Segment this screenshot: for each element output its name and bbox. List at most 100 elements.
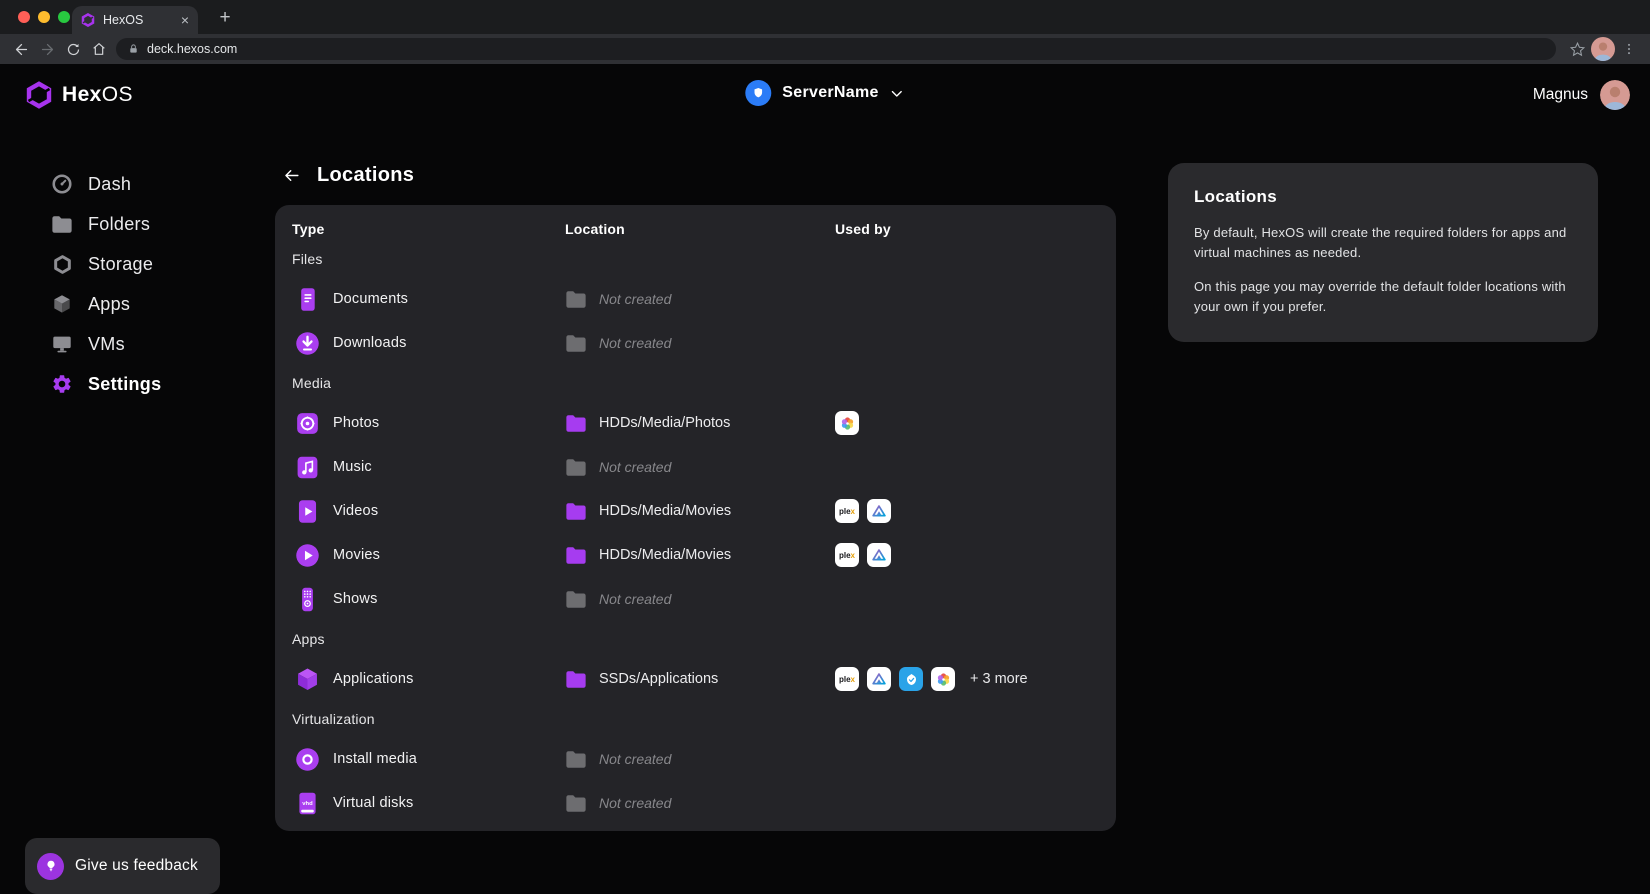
sidebar-item-folders[interactable]: Folders	[0, 204, 255, 244]
folder-gray-icon	[565, 590, 587, 609]
folders-icon	[50, 212, 74, 236]
virtual-disks-type-icon: vhd	[292, 788, 322, 818]
page-title: Locations	[317, 164, 414, 187]
apps-icon	[50, 292, 74, 316]
window-controls	[18, 11, 70, 23]
page-title-row: Locations	[280, 158, 414, 192]
url-text: deck.hexos.com	[147, 42, 237, 56]
info-panel-title: Locations	[1194, 187, 1572, 207]
plex-app-icon: plex	[835, 499, 859, 523]
column-header-location: Location	[565, 221, 835, 237]
folder-gray-icon	[565, 334, 587, 353]
more-apps-label: + 3 more	[970, 671, 1028, 687]
locations-table: Type Location Used by Files Documents No…	[275, 205, 1116, 831]
hexos-hexagon-icon	[25, 81, 53, 109]
server-shield-icon	[745, 80, 771, 106]
table-row-documents[interactable]: Documents Not created	[292, 277, 1096, 321]
jellyfin-app-icon	[867, 543, 891, 567]
shows-type-icon	[292, 584, 322, 614]
info-panel: Locations By default, HexOS will create …	[1168, 163, 1598, 342]
folder-purple-icon	[565, 502, 587, 521]
browser-toolbar: deck.hexos.com	[0, 34, 1650, 64]
folder-purple-icon	[565, 414, 587, 433]
table-row-movies[interactable]: Movies HDDs/Media/Movies plex	[292, 533, 1096, 577]
table-row-applications[interactable]: Applications SSDs/Applications plex+ 3 m…	[292, 657, 1096, 701]
user-menu[interactable]: Magnus	[1533, 80, 1630, 110]
reload-icon[interactable]	[60, 36, 86, 62]
folder-purple-icon	[565, 546, 587, 565]
forward-nav-icon[interactable]	[34, 36, 60, 62]
vms-icon	[50, 332, 74, 356]
tab-favicon-hexos-icon	[81, 13, 95, 27]
sidebar-item-settings[interactable]: Settings	[0, 364, 255, 404]
table-row-downloads[interactable]: Downloads Not created	[292, 321, 1096, 365]
jellyfin-app-icon	[867, 499, 891, 523]
column-header-type: Type	[292, 221, 565, 237]
install-media-type-icon	[292, 744, 322, 774]
bookmark-star-icon[interactable]	[1564, 36, 1590, 62]
browser-profile-avatar[interactable]	[1590, 36, 1616, 62]
folder-gray-icon	[565, 290, 587, 309]
minimize-window-button[interactable]	[38, 11, 50, 23]
movies-type-icon	[292, 540, 322, 570]
tab-close-icon[interactable]: ×	[181, 13, 189, 27]
column-header-used-by: Used by	[835, 221, 1096, 237]
downloads-type-icon	[292, 328, 322, 358]
sidebar: Dash Folders Storage Apps VMs Settings	[0, 164, 255, 404]
feedback-label: Give us feedback	[75, 857, 198, 875]
hexos-logo[interactable]: HexOS	[25, 81, 133, 109]
user-name: Magnus	[1533, 86, 1588, 104]
app-header: HexOS ServerName Magnus	[0, 64, 1650, 130]
sidebar-item-apps[interactable]: Apps	[0, 284, 255, 324]
browser-menu-icon[interactable]	[1616, 36, 1642, 62]
plex-app-icon: plex	[835, 543, 859, 567]
close-window-button[interactable]	[18, 11, 30, 23]
sidebar-item-dash[interactable]: Dash	[0, 164, 255, 204]
sidebar-item-storage[interactable]: Storage	[0, 244, 255, 284]
chevron-down-icon	[890, 86, 905, 101]
address-bar[interactable]: deck.hexos.com	[116, 38, 1556, 60]
jellyfin-app-icon	[867, 667, 891, 691]
info-panel-paragraph: On this page you may override the defaul…	[1194, 277, 1572, 316]
section-label-apps: Apps	[292, 621, 1096, 657]
back-arrow-icon[interactable]	[280, 164, 302, 186]
sidebar-item-vms[interactable]: VMs	[0, 324, 255, 364]
table-row-virtual-disks[interactable]: vhd Virtual disks Not created	[292, 781, 1096, 825]
lightbulb-icon	[37, 853, 64, 880]
maximize-window-button[interactable]	[58, 11, 70, 23]
tab-strip: HexOS × +	[0, 0, 1650, 34]
blue-leaf-app-icon	[899, 667, 923, 691]
server-selector[interactable]: ServerName	[745, 80, 904, 106]
home-icon[interactable]	[86, 36, 112, 62]
photos-app-icon	[835, 411, 859, 435]
new-tab-button[interactable]: +	[212, 5, 238, 31]
table-row-videos[interactable]: Videos HDDs/Media/Movies plex	[292, 489, 1096, 533]
music-type-icon	[292, 452, 322, 482]
settings-icon	[50, 372, 74, 396]
applications-type-icon	[292, 664, 322, 694]
storage-icon	[50, 252, 74, 276]
user-avatar	[1600, 80, 1630, 110]
server-name: ServerName	[782, 84, 878, 102]
dash-icon	[50, 172, 74, 196]
folder-purple-icon	[565, 670, 587, 689]
photos-app-icon	[931, 667, 955, 691]
table-row-music[interactable]: Music Not created	[292, 445, 1096, 489]
table-row-shows[interactable]: Shows Not created	[292, 577, 1096, 621]
back-nav-icon[interactable]	[8, 36, 34, 62]
browser-chrome: HexOS × + deck.hexos.com	[0, 0, 1650, 64]
section-label-virtualization: Virtualization	[292, 701, 1096, 737]
table-row-photos[interactable]: Photos HDDs/Media/Photos	[292, 401, 1096, 445]
documents-type-icon	[292, 284, 322, 314]
hexos-app: HexOS ServerName Magnus Dash Folders	[0, 64, 1650, 880]
folder-gray-icon	[565, 458, 587, 477]
table-row-install-media[interactable]: Install media Not created	[292, 737, 1096, 781]
lock-icon	[128, 43, 139, 55]
browser-tab[interactable]: HexOS ×	[72, 6, 198, 34]
table-body: Files Documents Not created Downloads No…	[292, 241, 1096, 825]
section-label-files: Files	[292, 241, 1096, 277]
folder-gray-icon	[565, 794, 587, 813]
tab-title: HexOS	[103, 13, 173, 27]
feedback-button[interactable]: Give us feedback	[25, 838, 220, 894]
plex-app-icon: plex	[835, 667, 859, 691]
